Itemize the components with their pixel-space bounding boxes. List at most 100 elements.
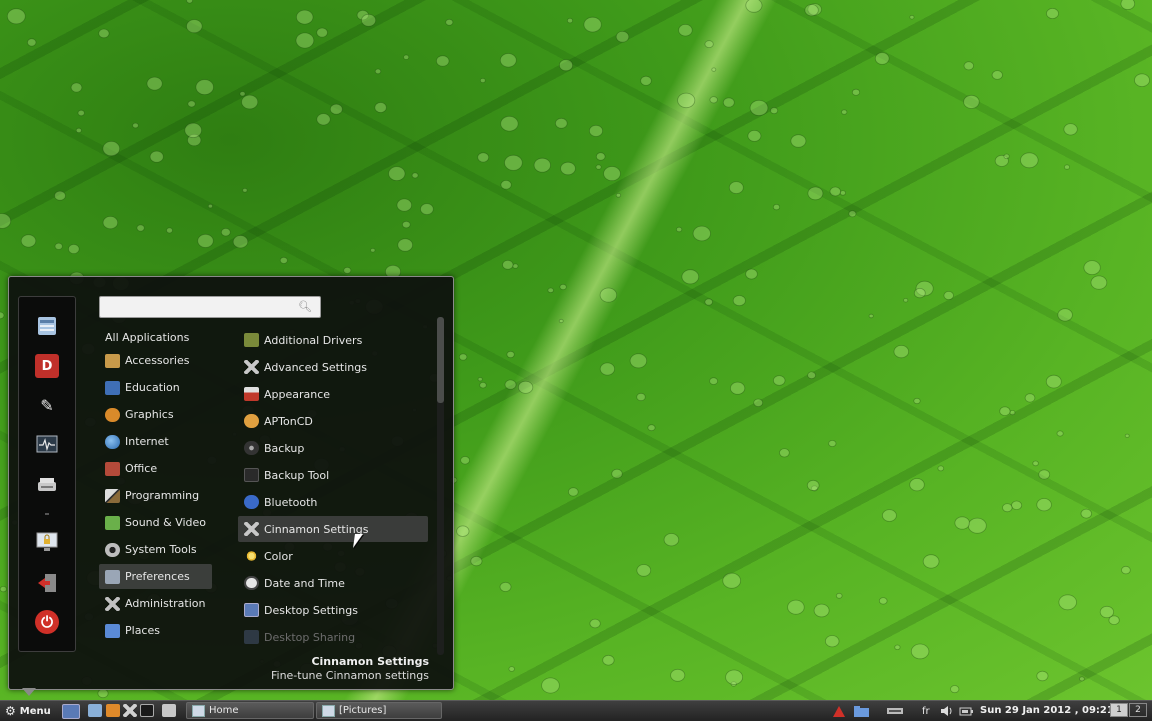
drivers-icon [244,333,259,347]
water-drop [1046,7,1059,19]
water-drop [709,96,718,104]
network-icon[interactable] [886,704,904,718]
color-icon [244,549,259,563]
water-drop [828,439,837,447]
app-color[interactable]: Color [238,543,428,569]
category-internet[interactable]: Internet [99,429,212,454]
file-manager-icon[interactable] [35,314,59,338]
battery-icon[interactable] [959,704,973,718]
selected-app-description: Fine-tune Cinnamon settings [270,669,429,682]
category-label: Administration [125,597,206,610]
logout-icon[interactable] [35,571,59,595]
category-places[interactable]: Places [99,618,212,643]
app-date-and-time[interactable]: Date and Time [238,570,428,596]
category-system-tools[interactable]: System Tools [99,537,212,562]
category-programming[interactable]: Programming [99,483,212,508]
app-label: Backup [264,441,305,455]
window-button-pictures[interactable]: [Pictures] [316,702,442,719]
water-drop [704,40,714,48]
water-drop [1020,152,1039,169]
water-drop [704,298,713,306]
category-label: Programming [125,489,200,502]
category-education[interactable]: Education [99,375,212,400]
education-icon [105,380,120,395]
app-label: Additional Drivers [264,333,363,347]
preferences-icon [105,569,120,584]
water-drop [512,263,519,269]
menu-button[interactable]: ⚙︎ Menu [5,704,51,718]
app-backup[interactable]: Backup [238,435,428,461]
water-drop [950,685,960,694]
scanner-icon[interactable] [35,473,59,497]
app-label: APTonCD [264,414,313,428]
app-label: Date and Time [264,576,345,590]
app-advanced-settings[interactable]: Advanced Settings [238,354,428,380]
app-desktop-sharing[interactable]: Desktop Sharing [238,624,428,647]
clock[interactable]: Sun 29 Jan 2012 , 09:21 [980,705,1114,716]
water-drop [779,448,790,458]
show-desktop-icon[interactable] [62,704,80,719]
text-editor-icon[interactable]: ✎ [35,393,59,417]
app-desktop-settings[interactable]: Desktop Settings [238,597,428,623]
water-drop [629,353,648,369]
category-accessories[interactable]: Accessories [99,348,212,373]
folder-launcher-icon[interactable] [162,704,176,717]
app-appearance[interactable]: Appearance [238,381,428,407]
category-label: Preferences [125,570,190,583]
water-drop [102,216,119,230]
volume-icon[interactable] [940,704,954,718]
folder-tray-icon[interactable] [853,704,870,718]
category-all-applications[interactable]: All Applications [99,325,212,350]
water-drop [770,107,779,115]
water-drop [611,468,623,479]
file-manager-launcher-icon[interactable] [88,704,102,717]
window-button-home[interactable]: Home [186,702,314,719]
app-backup-tool[interactable]: Backup Tool [238,462,428,488]
power-icon[interactable]: ⏻ [35,610,59,634]
system-monitor-icon[interactable] [35,433,59,457]
category-preferences[interactable]: Preferences [99,564,212,589]
water-drop [533,157,551,173]
water-drop [848,210,857,218]
water-drop [77,109,85,117]
water-drop [599,287,618,303]
dictionary-icon[interactable]: D [35,354,59,378]
keyboard-layout[interactable]: fr [922,704,930,718]
search-input[interactable] [106,299,295,316]
category-administration[interactable]: Administration [99,591,212,616]
water-drop [0,213,12,229]
water-drop [615,30,630,43]
app-aptoncd[interactable]: APTonCD [238,408,428,434]
water-drop [102,141,121,157]
category-sound-video[interactable]: Sound & Video [99,510,212,535]
water-drop [636,564,652,577]
water-drop [692,225,711,242]
workspace-1[interactable]: 1 [1110,703,1128,717]
update-warning-icon[interactable] [832,704,846,718]
water-drop [499,53,517,68]
water-drop [647,424,656,432]
water-drop [1079,676,1085,682]
water-drop [937,465,945,472]
category-graphics[interactable]: Graphics [99,402,212,427]
water-drop [361,13,377,27]
water-drop [558,318,564,324]
lock-screen-icon[interactable] [35,530,59,554]
water-drop [893,344,910,359]
category-label: Office [125,462,158,475]
category-office[interactable]: Office [99,456,212,481]
app-additional-drivers[interactable]: Additional Drivers [238,327,428,353]
graphics-icon [105,407,120,422]
water-drop [773,375,786,386]
settings-launcher-icon[interactable] [123,704,137,717]
terminal-launcher-icon[interactable] [140,704,154,717]
app-bluetooth[interactable]: Bluetooth [238,489,428,515]
water-drop [663,533,680,547]
administration-icon [105,596,120,611]
app-list-scroll-thumb[interactable] [437,317,444,403]
water-drop [807,371,816,380]
workspace-2[interactable]: 2 [1129,703,1147,717]
firefox-launcher-icon[interactable] [106,704,120,717]
water-drop [0,586,7,593]
app-cinnamon-settings[interactable]: Cinnamon Settings [238,516,428,542]
